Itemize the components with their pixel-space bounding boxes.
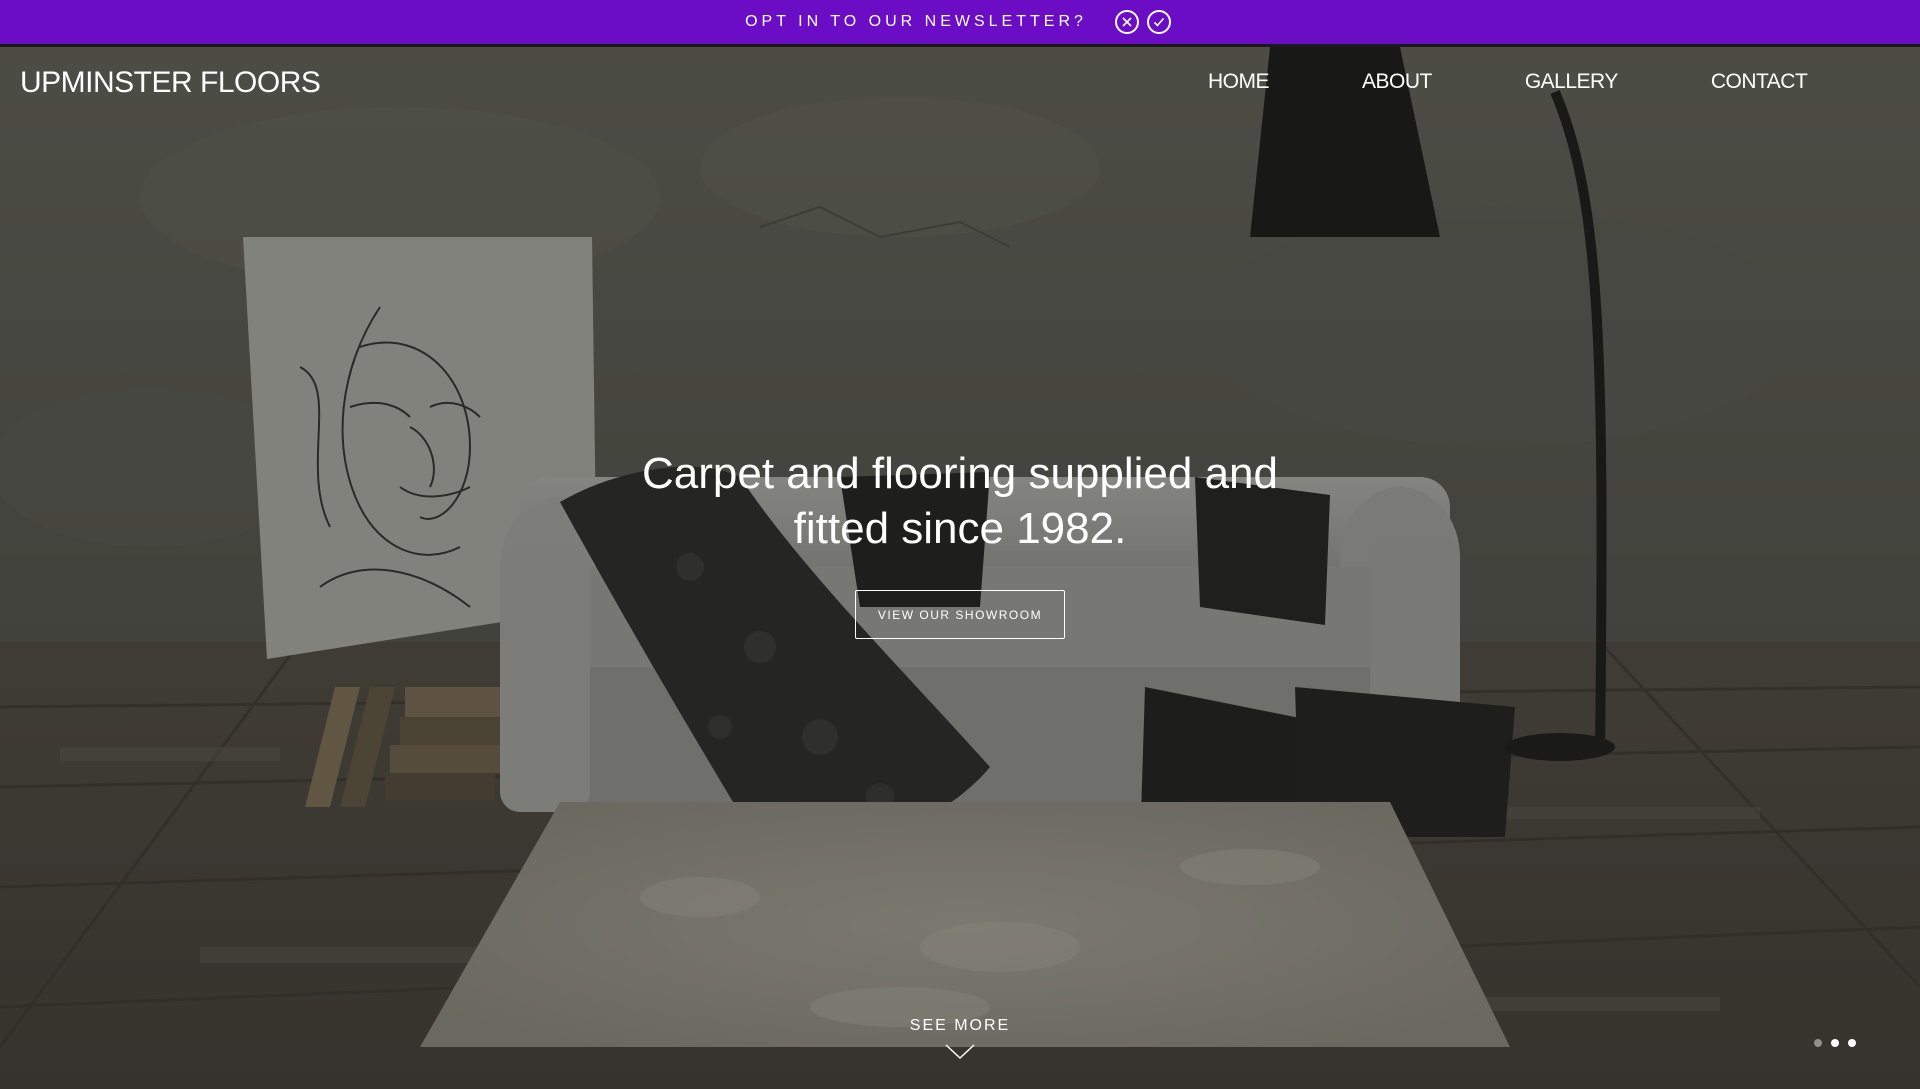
nav-home[interactable]: HOME bbox=[1208, 70, 1270, 94]
view-showroom-button[interactable]: VIEW OUR SHOWROOM bbox=[855, 590, 1065, 639]
slider-dot-3[interactable] bbox=[1848, 1039, 1856, 1047]
hero-section bbox=[0, 47, 1920, 1089]
chevron-down-icon[interactable] bbox=[945, 1044, 975, 1060]
page: OPT IN TO OUR NEWSLETTER? UPMINSTER FLOO… bbox=[0, 0, 1920, 1089]
main-nav: HOME ABOUT GALLERY CONTACT bbox=[1208, 70, 1808, 94]
check-icon bbox=[1153, 17, 1165, 27]
newsletter-decline-button[interactable] bbox=[1114, 10, 1139, 34]
hero-headline: Carpet and flooring supplied and fitted … bbox=[560, 446, 1360, 556]
newsletter-accept-button[interactable] bbox=[1146, 10, 1171, 34]
close-icon bbox=[1122, 17, 1132, 27]
slider-dots bbox=[1814, 1039, 1865, 1047]
slider-dot-1[interactable] bbox=[1814, 1039, 1822, 1047]
hero-headline-line-1: Carpet and flooring supplied and bbox=[641, 449, 1278, 498]
newsletter-bar: OPT IN TO OUR NEWSLETTER? bbox=[0, 0, 1920, 47]
hero-headline-line-2: fitted since 1982. bbox=[793, 504, 1127, 553]
hero-dim-overlay bbox=[0, 47, 1920, 1089]
nav-contact[interactable]: CONTACT bbox=[1711, 70, 1808, 94]
nav-gallery[interactable]: GALLERY bbox=[1525, 70, 1619, 94]
newsletter-prompt: OPT IN TO OUR NEWSLETTER? bbox=[745, 13, 1087, 30]
site-logo[interactable]: UPMINSTER FLOORS bbox=[20, 66, 321, 100]
nav-about[interactable]: ABOUT bbox=[1362, 70, 1432, 94]
see-more-link[interactable]: SEE MORE bbox=[860, 1017, 1060, 1035]
slider-dot-2[interactable] bbox=[1831, 1039, 1839, 1047]
